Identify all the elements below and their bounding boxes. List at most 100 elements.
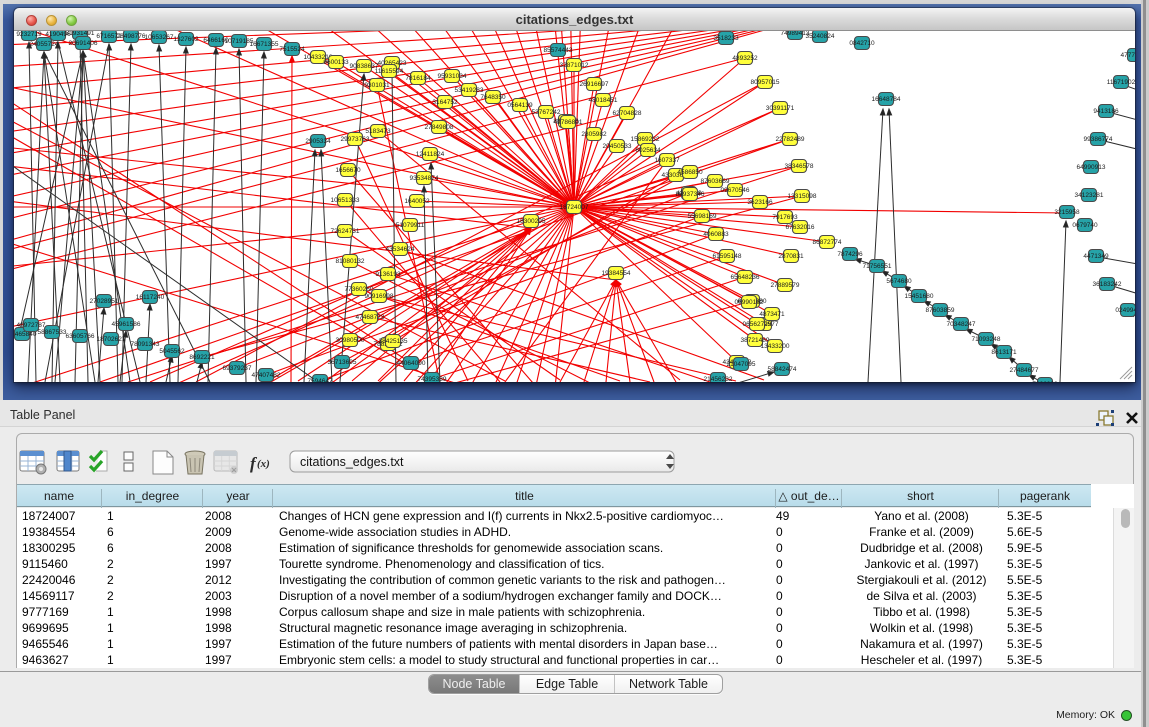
svg-text:47468723: 47468723 (356, 314, 385, 321)
svg-text:9413186: 9413186 (1093, 108, 1119, 115)
svg-text:34123281: 34123281 (1075, 192, 1104, 199)
svg-text:95931034: 95931034 (438, 73, 467, 80)
svg-text:0842710: 0842710 (849, 40, 875, 47)
svg-text:4471349: 4471349 (1083, 253, 1109, 260)
svg-text:47407482: 47407482 (252, 372, 281, 379)
svg-text:12411824: 12411824 (416, 151, 445, 158)
svg-text:27849808: 27849808 (425, 124, 454, 131)
svg-text:36183242: 36183242 (1093, 281, 1122, 288)
svg-text:72624731: 72624731 (331, 228, 360, 235)
svg-text:28498776: 28498776 (117, 33, 146, 40)
svg-text:9136193: 9136193 (375, 271, 401, 278)
svg-text:09670546: 09670546 (721, 187, 750, 194)
svg-text:11671902: 11671902 (1107, 79, 1135, 86)
svg-text:0564139: 0564139 (507, 102, 533, 109)
svg-text:42786801: 42786801 (554, 119, 583, 126)
svg-text:7816184: 7816184 (405, 75, 431, 82)
svg-text:3215958: 3215958 (1054, 209, 1080, 216)
svg-text:65648236: 65648236 (731, 274, 760, 281)
svg-text:20450533: 20450533 (603, 143, 632, 150)
svg-text:30980500: 30980500 (336, 337, 365, 344)
svg-text:77360260: 77360260 (345, 286, 374, 293)
svg-text:2805982: 2805982 (581, 131, 607, 138)
svg-text:3164752: 3164752 (432, 99, 458, 106)
svg-text:27889579: 27889579 (771, 282, 800, 289)
svg-text:30391171: 30391171 (766, 105, 795, 112)
svg-text:7826398: 7826398 (1032, 381, 1058, 382)
svg-text:5674680: 5674680 (886, 278, 912, 285)
svg-text:4893252: 4893252 (732, 55, 758, 62)
svg-text:26916697: 26916697 (580, 81, 609, 88)
svg-text:49972787: 49972787 (17, 322, 46, 329)
svg-text:61595148: 61595148 (713, 253, 742, 260)
svg-text:38425135: 38425135 (379, 338, 408, 345)
svg-text:7594647: 7594647 (307, 378, 333, 382)
svg-text:62704828: 62704828 (613, 110, 642, 117)
svg-text:99386774: 99386774 (1084, 136, 1113, 143)
svg-text:16648784: 16648784 (872, 96, 901, 103)
svg-text:15869232: 15869232 (631, 136, 660, 143)
svg-text:4586850: 4586850 (677, 169, 703, 176)
svg-text:29973763: 29973763 (341, 136, 370, 143)
svg-text:1656670: 1656670 (335, 167, 361, 174)
svg-text:15451680: 15451680 (905, 293, 934, 300)
svg-text:93534874: 93534874 (410, 175, 439, 182)
svg-text:18702621: 18702621 (97, 336, 126, 343)
svg-text:11615594: 11615594 (375, 68, 404, 75)
svg-text:1607337: 1607337 (654, 157, 680, 164)
svg-text:74395339: 74395339 (418, 376, 447, 382)
svg-text:9301031: 9301031 (364, 82, 390, 89)
svg-text:5045562: 5045562 (159, 348, 185, 355)
svg-text:1640052: 1640052 (404, 198, 430, 205)
svg-text:16117240: 16117240 (136, 294, 165, 301)
svg-text:58842474: 58842474 (768, 366, 797, 373)
svg-text:18300295: 18300295 (517, 218, 546, 225)
svg-text:69379237: 69379237 (223, 365, 252, 372)
svg-text:85574443: 85574443 (544, 47, 573, 54)
svg-text:2905334: 2905334 (305, 138, 331, 145)
svg-text:4060883: 4060883 (703, 231, 729, 238)
svg-text:3518233: 3518233 (713, 35, 739, 42)
svg-text:63605766: 63605766 (66, 333, 95, 340)
svg-text:88937346: 88937346 (676, 191, 705, 198)
svg-text:06562729: 06562729 (743, 321, 772, 328)
svg-text:71756551: 71756551 (863, 263, 892, 270)
svg-text:87603859: 87603859 (926, 307, 955, 314)
svg-text:13315098: 13315098 (788, 193, 817, 200)
svg-text:7917693: 7917693 (772, 214, 798, 221)
svg-text:87603669: 87603669 (701, 178, 730, 185)
svg-text:21047095: 21047095 (727, 361, 756, 368)
svg-text:38346578: 38346578 (785, 163, 814, 170)
svg-text:78091343: 78091343 (131, 341, 160, 348)
svg-text:55698169: 55698169 (688, 213, 717, 220)
svg-text:16671355: 16671355 (250, 41, 279, 48)
svg-text:32871012: 32871012 (560, 62, 589, 69)
svg-text:6025634: 6025634 (635, 147, 661, 154)
svg-text:13433200: 13433200 (761, 343, 790, 350)
svg-text:53419283: 53419283 (455, 87, 484, 94)
svg-text:8692221: 8692221 (189, 354, 215, 361)
svg-text:35240824: 35240824 (806, 33, 835, 40)
svg-text:67632016: 67632016 (786, 224, 815, 231)
svg-text:70348247: 70348247 (947, 321, 976, 328)
svg-text:24055724: 24055724 (30, 41, 59, 48)
svg-text:4873471: 4873471 (759, 311, 785, 318)
svg-text:44064090: 44064090 (397, 360, 426, 367)
svg-text:21456232: 21456232 (704, 376, 733, 382)
svg-text:53767242: 53767242 (532, 109, 561, 116)
svg-text:3623166: 3623166 (747, 199, 773, 206)
svg-text:80957015: 80957015 (751, 79, 780, 86)
svg-text:7874296: 7874296 (837, 251, 863, 258)
svg-text:51079911: 51079911 (396, 222, 425, 229)
svg-text:19384554: 19384554 (602, 270, 631, 277)
svg-text:48018451: 48018451 (589, 97, 618, 104)
svg-text:18724007: 18724007 (560, 204, 589, 211)
svg-text:45961586: 45961586 (112, 321, 141, 328)
svg-text:43534624: 43534624 (386, 246, 415, 253)
svg-text:22782489: 22782489 (776, 136, 805, 143)
svg-text:10651333: 10651333 (331, 197, 360, 204)
svg-text:9600133: 9600133 (323, 59, 349, 66)
svg-text:06990162: 06990162 (735, 299, 764, 306)
svg-text:7648350: 7648350 (480, 94, 506, 101)
svg-text:81080132: 81080132 (336, 258, 365, 265)
